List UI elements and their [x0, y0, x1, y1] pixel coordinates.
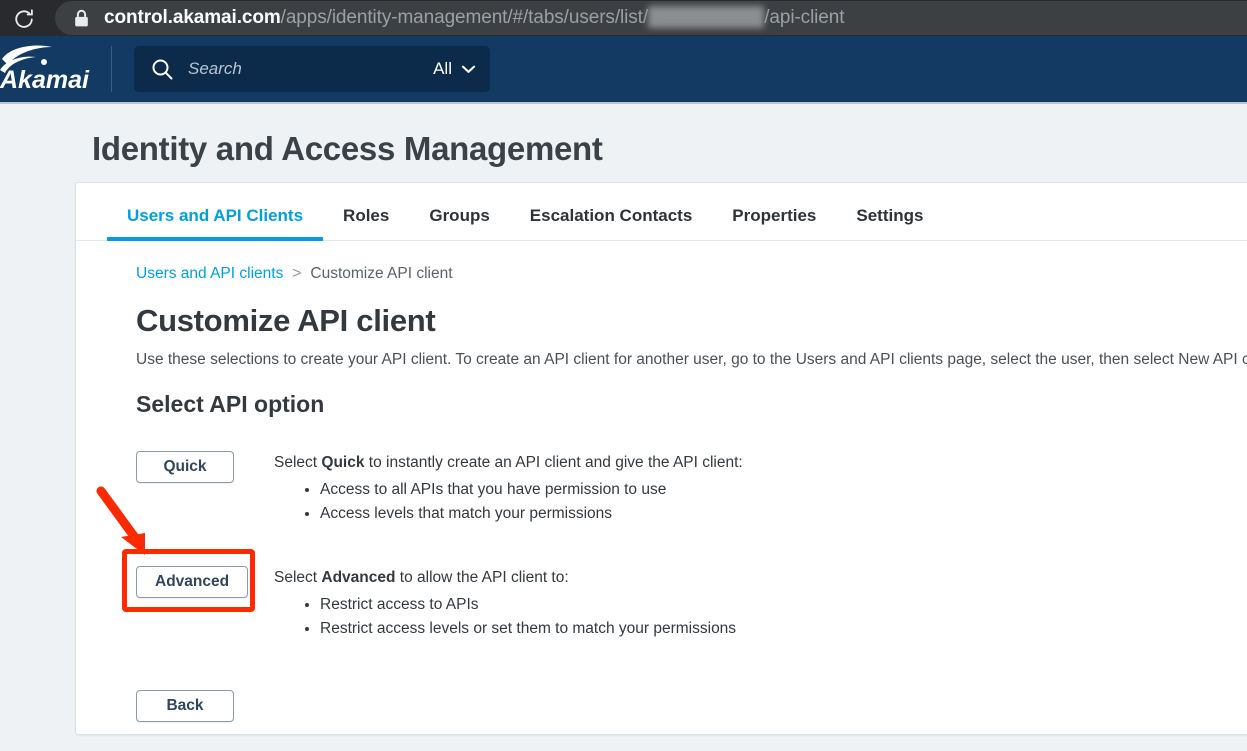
search-scope-dropdown[interactable]: All: [433, 59, 476, 79]
address-bar[interactable]: control.akamai.com/apps/identity-managem…: [55, 1, 1247, 35]
quick-button-cell: Quick: [136, 450, 274, 483]
search-icon: [150, 57, 174, 81]
advanced-button-cell: Advanced: [136, 565, 274, 599]
akamai-global-nav: Akamai All: [0, 36, 1247, 104]
tab-settings[interactable]: Settings: [836, 206, 943, 240]
browser-toolbar: control.akamai.com/apps/identity-managem…: [0, 0, 1247, 36]
list-item: Access to all APIs that you have permiss…: [320, 478, 743, 502]
list-item: Restrict access levels or set them to ma…: [320, 617, 736, 641]
url-redacted-segment: R_F_JDKZP0: [648, 5, 765, 28]
tab-properties[interactable]: Properties: [712, 206, 836, 240]
svg-text:Akamai: Akamai: [0, 66, 90, 94]
chevron-down-icon: [461, 59, 476, 79]
tab-users-and-api-clients[interactable]: Users and API Clients: [107, 206, 324, 241]
tab-escalation-contacts[interactable]: Escalation Contacts: [510, 206, 713, 240]
quick-lead-bold: Quick: [321, 454, 365, 471]
breadcrumb: Users and API clients > Customize API cl…: [76, 241, 1247, 283]
advanced-lead-bold: Advanced: [321, 569, 396, 587]
advanced-lead: Select Advanced to allow the API client …: [274, 569, 736, 587]
intro-paragraph: Use these selections to create your API …: [136, 351, 1247, 368]
main-content: Customize API client Use these selection…: [76, 303, 1247, 723]
advanced-lead-prefix: Select: [274, 569, 322, 587]
search-scope-label: All: [433, 59, 452, 78]
option-quick: Quick Select Quick to instantly create a…: [136, 450, 1247, 525]
quick-description: Select Quick to instantly create an API …: [274, 450, 743, 525]
url-path-before: /apps/identity-management/#/tabs/users/l…: [280, 7, 648, 28]
advanced-lead-suffix: to allow the API client to:: [395, 569, 569, 587]
list-item: Restrict access to APIs: [320, 593, 736, 617]
list-item: Access levels that match your permission…: [320, 502, 743, 526]
quick-bullet-list: Access to all APIs that you have permiss…: [274, 478, 743, 525]
breadcrumb-parent-link[interactable]: Users and API clients: [136, 265, 283, 283]
tab-roles[interactable]: Roles: [323, 206, 409, 240]
back-button-row: Back: [136, 690, 1247, 723]
search-input[interactable]: [188, 59, 434, 79]
nav-divider: [111, 46, 112, 92]
url-path-after: /api-client: [764, 7, 845, 28]
quick-lead: Select Quick to instantly create an API …: [274, 454, 743, 472]
akamai-logo[interactable]: Akamai: [0, 43, 105, 95]
advanced-bullet-list: Restrict access to APIs Restrict access …: [274, 593, 736, 640]
back-button[interactable]: Back: [136, 690, 234, 723]
advanced-description: Select Advanced to allow the API client …: [274, 565, 736, 640]
breadcrumb-separator: >: [292, 265, 302, 282]
url-host: control.akamai.com: [104, 7, 281, 28]
lock-icon: [73, 9, 90, 28]
advanced-button[interactable]: Advanced: [136, 566, 249, 599]
page-body: Identity and Access Management Users and…: [0, 106, 1247, 751]
quick-button[interactable]: Quick: [136, 451, 234, 483]
reload-icon[interactable]: [7, 1, 41, 35]
global-search[interactable]: All: [134, 46, 490, 92]
content-card: Users and API Clients Roles Groups Escal…: [75, 182, 1247, 735]
address-bar-url: control.akamai.com/apps/identity-managem…: [104, 5, 845, 29]
tab-bar: Users and API Clients Roles Groups Escal…: [76, 183, 1247, 241]
main-heading: Customize API client: [136, 303, 436, 338]
quick-lead-prefix: Select: [274, 454, 322, 471]
page-title: Identity and Access Management: [92, 130, 603, 167]
tab-groups[interactable]: Groups: [409, 206, 509, 240]
section-heading: Select API option: [136, 391, 325, 417]
option-advanced: Advanced Select Advanced to allow the AP…: [136, 565, 1247, 640]
breadcrumb-current: Customize API client: [310, 265, 453, 282]
quick-lead-suffix: to instantly create an API client and gi…: [364, 454, 743, 471]
